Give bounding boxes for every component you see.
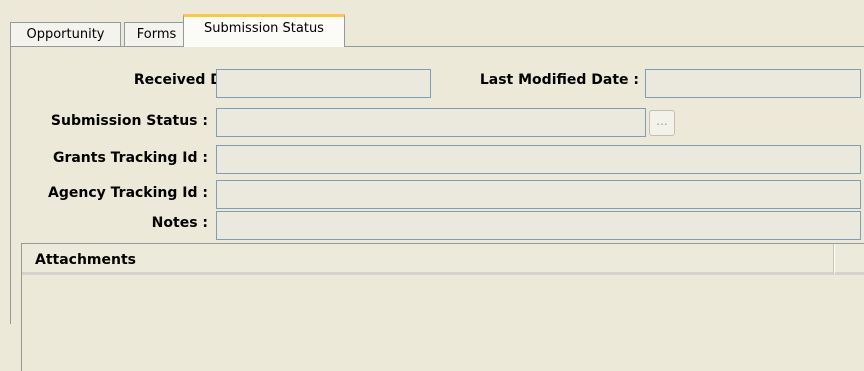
last-modified-date-field[interactable]	[645, 69, 861, 98]
last-modified-date-label: Last Modified Date :	[479, 72, 639, 88]
tab-forms[interactable]: Forms	[124, 22, 189, 46]
attachments-title: Attachments	[35, 252, 137, 268]
tab-opportunity[interactable]: Opportunity	[10, 22, 121, 46]
submission-status-browse-button[interactable]: ...	[649, 110, 675, 136]
attachments-section: Attachments	[21, 243, 864, 371]
attachments-header-filler	[834, 244, 864, 275]
grants-tracking-id-label: Grants Tracking Id :	[52, 150, 208, 166]
received-date-field[interactable]	[216, 69, 431, 98]
attachments-header: Attachments	[22, 244, 834, 275]
submission-status-field[interactable]	[216, 108, 646, 137]
tab-submission-status[interactable]: Submission Status	[183, 14, 345, 47]
agency-tracking-id-field[interactable]	[216, 180, 861, 209]
submission-status-panel: Received Date : Last Modified Date : Sub…	[10, 46, 864, 371]
agency-tracking-id-label: Agency Tracking Id :	[48, 185, 208, 201]
grants-tracking-id-field[interactable]	[216, 145, 861, 174]
submission-status-label: Submission Status :	[50, 113, 208, 129]
notes-field[interactable]	[216, 211, 861, 240]
notes-label: Notes :	[151, 215, 208, 231]
